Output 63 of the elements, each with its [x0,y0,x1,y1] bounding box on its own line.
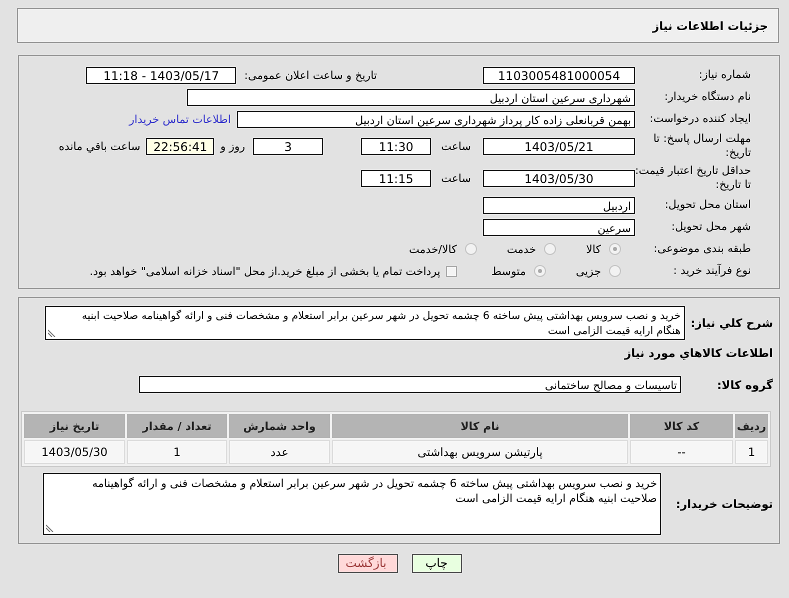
table-cell: 1 [127,440,227,464]
checkbox[interactable] [446,266,458,276]
table-cell: عدد [229,440,330,464]
announce-date-field: 1403/05/17 - 11:18 [86,66,236,84]
page-title: جزئیات اطلاعات نیاز [652,18,768,32]
table-cell: 1403/05/30 [24,440,125,464]
days-field: 3 [253,138,324,154]
field-label: مهلت ارسال پاسخ: تا تاریخ: [652,132,751,160]
buyer-contact-link[interactable]: اطلاعات تماس خریدار [129,112,231,126]
date-field: 1403/05/21 [483,138,635,154]
checkbox-label: پرداخت تمام یا بخشی از مبلغ خرید.از محل "اسناد خزانه اسلامی" خواهد بود. [90,264,440,278]
field-label: توضیحات خریدار: [674,497,773,511]
time-label: ساعت [441,172,471,184]
requester-field: بهمن قربانعلی زاده کار پرداز شهرداری سرعین استان اردبیل [237,110,635,128]
radio-button[interactable] [609,265,621,277]
radio-label: متوسط [491,264,526,278]
time-field: 11:15 [361,170,432,186]
field-label: شرح کلي نياز: [690,316,773,330]
radio-label: کالا [586,242,601,256]
table-cell: 1 [735,440,768,464]
column-header: کد کالا [630,414,733,438]
back-button[interactable]: بازگشت [338,554,398,573]
field-label: استان محل تحویل: [664,198,751,212]
radio-label: جزیی [576,264,601,278]
field-label: نوع فرآیند خرید : [672,264,751,278]
field-label: طبقه بندی موضوعی: [652,242,751,256]
field-label: حداقل تاریخ اعتبار قیمت: تا تاریخ: [635,164,751,192]
column-header: نام کالا [332,414,628,438]
column-header: واحد شمارش [229,414,330,438]
remaining-time-field: 22:56:41 [146,138,214,154]
description-text: خرید و نصب سرویس بهداشتی پیش ساخته 6 چشمه تحویل در شهر سرعین برابر استعلام و مشخصات فنی و ارائه گواهینامه صلاحیت ابنیه هنگام ارایه قیمت الزامی است [80,309,681,339]
column-header: تاریخ نیاز [24,414,125,438]
radio-button[interactable] [609,243,621,255]
field-label: شماره نیاز: [698,68,751,82]
field-label: شهر محل تحویل: [670,220,751,234]
buyer-org-field: شهرداری سرعین استان اردبیل [187,88,635,106]
print-button[interactable]: چاپ [412,554,462,573]
goods-group-field: تاسیسات و مصالح ساختمانی [139,376,681,393]
date-field: 1403/05/30 [483,170,635,186]
field-label: نام دستگاه خریدار: [663,90,751,104]
resize-grip-icon[interactable] [48,329,56,337]
days-label: روز و [220,140,246,152]
city-field: سرعین [483,218,635,236]
radio-label: خدمت [506,242,536,256]
remaining-label: ساعت باقي مانده [58,140,140,152]
need-number-field: 1103005481000054 [483,66,635,84]
field-label: ایجاد کننده درخواست: [648,112,751,126]
buyer-notes-text: خرید و نصب سرویس بهداشتی پیش ساخته 6 چشمه تحویل در شهر سرعین برابر استعلام و مشخصات فنی و ارائه گواهینامه صلاحیت ابنیه هنگام ارایه قیمت الزامی است [91,476,657,506]
radio-label: کالا/خدمت [409,242,457,256]
time-field: 11:30 [361,138,432,154]
time-label: ساعت [441,140,471,152]
radio-button[interactable] [534,265,546,277]
table-cell: -- [630,440,733,464]
province-field: اردبیل [483,196,635,214]
field-label: تاریخ و ساعت اعلان عمومی: [244,68,377,82]
column-header: ردیف [735,414,768,438]
section-heading: اطلاعات کالاهاي مورد نياز [623,346,773,360]
table-cell: پارتیشن سرویس بهداشتی [332,440,628,464]
radio-button[interactable] [544,243,556,255]
resize-grip-icon[interactable] [46,524,54,532]
radio-button[interactable] [464,243,477,255]
field-label: گروه کالا: [716,378,773,392]
column-header: تعداد / مقدار [127,414,227,438]
